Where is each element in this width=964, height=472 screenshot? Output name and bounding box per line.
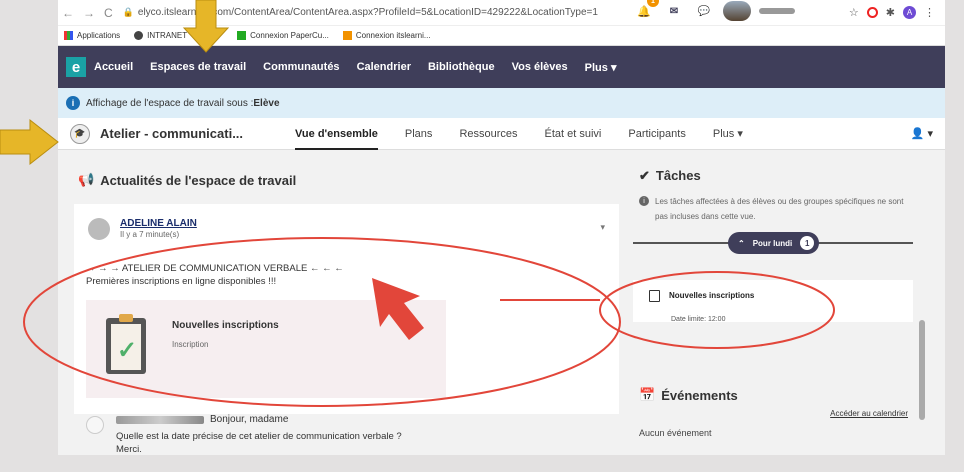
calendar-link[interactable]: Accéder au calendrier (830, 409, 908, 418)
events-heading: 📅 Événements (639, 387, 738, 403)
notifications-button[interactable]: 🔔 1 (633, 0, 659, 22)
nav-communautes[interactable]: Communautés (263, 61, 339, 73)
mail-icon: ✉ (669, 5, 679, 17)
back-icon[interactable]: ← (62, 6, 74, 20)
task-due: Date limite: 12:00 (671, 316, 726, 323)
globe-icon (134, 31, 144, 40)
chat-icon: 💬 (697, 5, 711, 17)
chevron-down-icon[interactable]: ▾ (600, 222, 605, 233)
tasks-heading-text: Tâches (655, 168, 701, 183)
screenshot-frame: ← → C 🔒 elyco.itslearning.com/ContentAre… (58, 0, 945, 455)
chevron-up-icon: ⌃ (738, 238, 745, 248)
card-subtitle: Inscription (172, 340, 209, 349)
pill-label: Pour lundi (752, 238, 793, 248)
comment-greeting: Bonjour, madame (210, 414, 289, 425)
bookmark-apps-label: Applications (77, 31, 121, 40)
itslearning-logo[interactable]: e (66, 57, 86, 77)
messages-button[interactable]: ✉ (663, 0, 685, 22)
forward-icon[interactable]: → (83, 6, 95, 20)
bookmark-apps[interactable]: Applications (64, 31, 120, 40)
lock-icon: 🔒 (122, 7, 134, 17)
papercut-icon (237, 31, 247, 40)
no-events-text: Aucun événement (639, 428, 712, 438)
menu-dots-icon[interactable]: ⋮ (924, 6, 935, 19)
app-navigation: e Accueil Espaces de travail Communautés… (58, 0, 945, 88)
apps-grid-icon (64, 31, 73, 40)
role-info-text: Affichage de l'espace de travail sous : (86, 97, 254, 109)
nav-plus[interactable]: Plus ▾ (585, 61, 617, 74)
user-menu-button[interactable]: 👤 ▾ (911, 127, 933, 140)
tab-plans[interactable]: Plans (405, 128, 433, 140)
info-icon: i (66, 96, 80, 110)
workspace-title[interactable]: Atelier - communicati... (100, 126, 295, 141)
card-title[interactable]: Nouvelles inscriptions (172, 320, 279, 331)
commenter-avatar (86, 416, 104, 434)
instant-message-button[interactable]: 💬 (693, 0, 715, 22)
post-time: Il y a 7 minute(s) (120, 230, 180, 239)
post-line-2: Premières inscriptions en ligne disponib… (86, 276, 277, 287)
tab-vue-ensemble[interactable]: Vue d'ensemble (295, 128, 378, 150)
clipboard-check-icon: ✓ (106, 314, 146, 374)
bookmark-intranet-label: INTRANET (147, 31, 188, 40)
post-author[interactable]: ADELINE ALAIN (120, 218, 197, 229)
tab-participants[interactable]: Participants (628, 128, 685, 140)
tasks-note-text: Les tâches affectées à des élèves ou des… (655, 197, 904, 221)
author-avatar (88, 218, 110, 240)
bookmarks-bar: Applications INTRANET Connexion PaperCu.… (58, 26, 945, 46)
bookmark-papercut[interactable]: Connexion PaperCu... (237, 31, 329, 40)
user-avatar[interactable] (723, 1, 751, 21)
scrollbar[interactable] (919, 320, 925, 420)
post-line-1: → → → ATELIER DE COMMUNICATION VERBALE ←… (86, 263, 344, 274)
notification-badge: 1 (647, 0, 659, 7)
nav-vos-eleves[interactable]: Vos élèves (512, 61, 568, 73)
calendar-icon: 📅 (639, 387, 656, 402)
username-blurred[interactable] (759, 8, 795, 14)
role-info-bar: i Affichage de l'espace de travail sous … (58, 88, 945, 118)
tab-etat-suivi[interactable]: État et suivi (545, 128, 602, 140)
yellow-arrow-right-icon (0, 118, 59, 166)
commenter-name-blurred (116, 416, 204, 424)
post-text: → → → ATELIER DE COMMUNICATION VERBALE ←… (86, 262, 344, 288)
tab-ressources[interactable]: Ressources (459, 128, 517, 140)
attached-task-card[interactable]: ✓ Nouvelles inscriptions Inscription (86, 300, 446, 398)
tasks-heading: ✔ Tâches (639, 168, 701, 184)
role-info-value: Elève (253, 97, 280, 109)
task-icon (649, 290, 660, 302)
news-post: ADELINE ALAIN Il y a 7 minute(s) ▾ → → →… (74, 204, 619, 414)
reload-icon[interactable]: C (104, 6, 113, 20)
workspace-icon: 🎓 (70, 123, 90, 144)
comment-text: Quelle est la date précise de cet atelie… (116, 430, 536, 455)
main-content: 📢 Actualités de l'espace de travail ADEL… (58, 150, 945, 455)
workspace-header: 🎓 Atelier - communicati... Vue d'ensembl… (58, 118, 945, 150)
comment-line-2: Merci. (116, 444, 142, 455)
comment-line-1: Quelle est la date précise de cet atelie… (116, 431, 402, 442)
nav-espaces[interactable]: Espaces de travail (150, 61, 246, 73)
bookmark-itslearning-label: Connexion itslearni... (355, 31, 431, 40)
news-heading-text: Actualités de l'espace de travail (100, 172, 297, 188)
tab-plus[interactable]: Plus ▾ (713, 127, 743, 140)
nav-accueil[interactable]: Accueil (94, 61, 133, 73)
checkmark-icon: ✔ (639, 168, 650, 183)
bookmark-intranet[interactable]: INTRANET (134, 31, 187, 40)
pour-lundi-toggle[interactable]: ⌃ Pour lundi 1 (728, 232, 820, 254)
task-name[interactable]: Nouvelles inscriptions (669, 291, 754, 300)
megaphone-icon: 📢 (78, 172, 95, 187)
nav-bibliotheque[interactable]: Bibliothèque (428, 61, 495, 73)
pill-count: 1 (800, 236, 815, 250)
tasks-note: i Les tâches affectées à des élèves ou d… (639, 194, 909, 224)
itslearning-icon (342, 31, 352, 40)
bookmark-papercut-label: Connexion PaperCu... (250, 31, 329, 40)
info-icon: i (639, 196, 649, 206)
news-heading: 📢 Actualités de l'espace de travail (58, 150, 603, 188)
events-heading-text: Événements (661, 387, 738, 403)
comment: Bonjour, madame Quelle est la date préci… (74, 412, 619, 455)
bell-icon: 🔔 (637, 5, 651, 18)
bookmark-itslearning[interactable]: Connexion itslearni... (342, 31, 431, 40)
nav-calendrier[interactable]: Calendrier (357, 61, 411, 73)
